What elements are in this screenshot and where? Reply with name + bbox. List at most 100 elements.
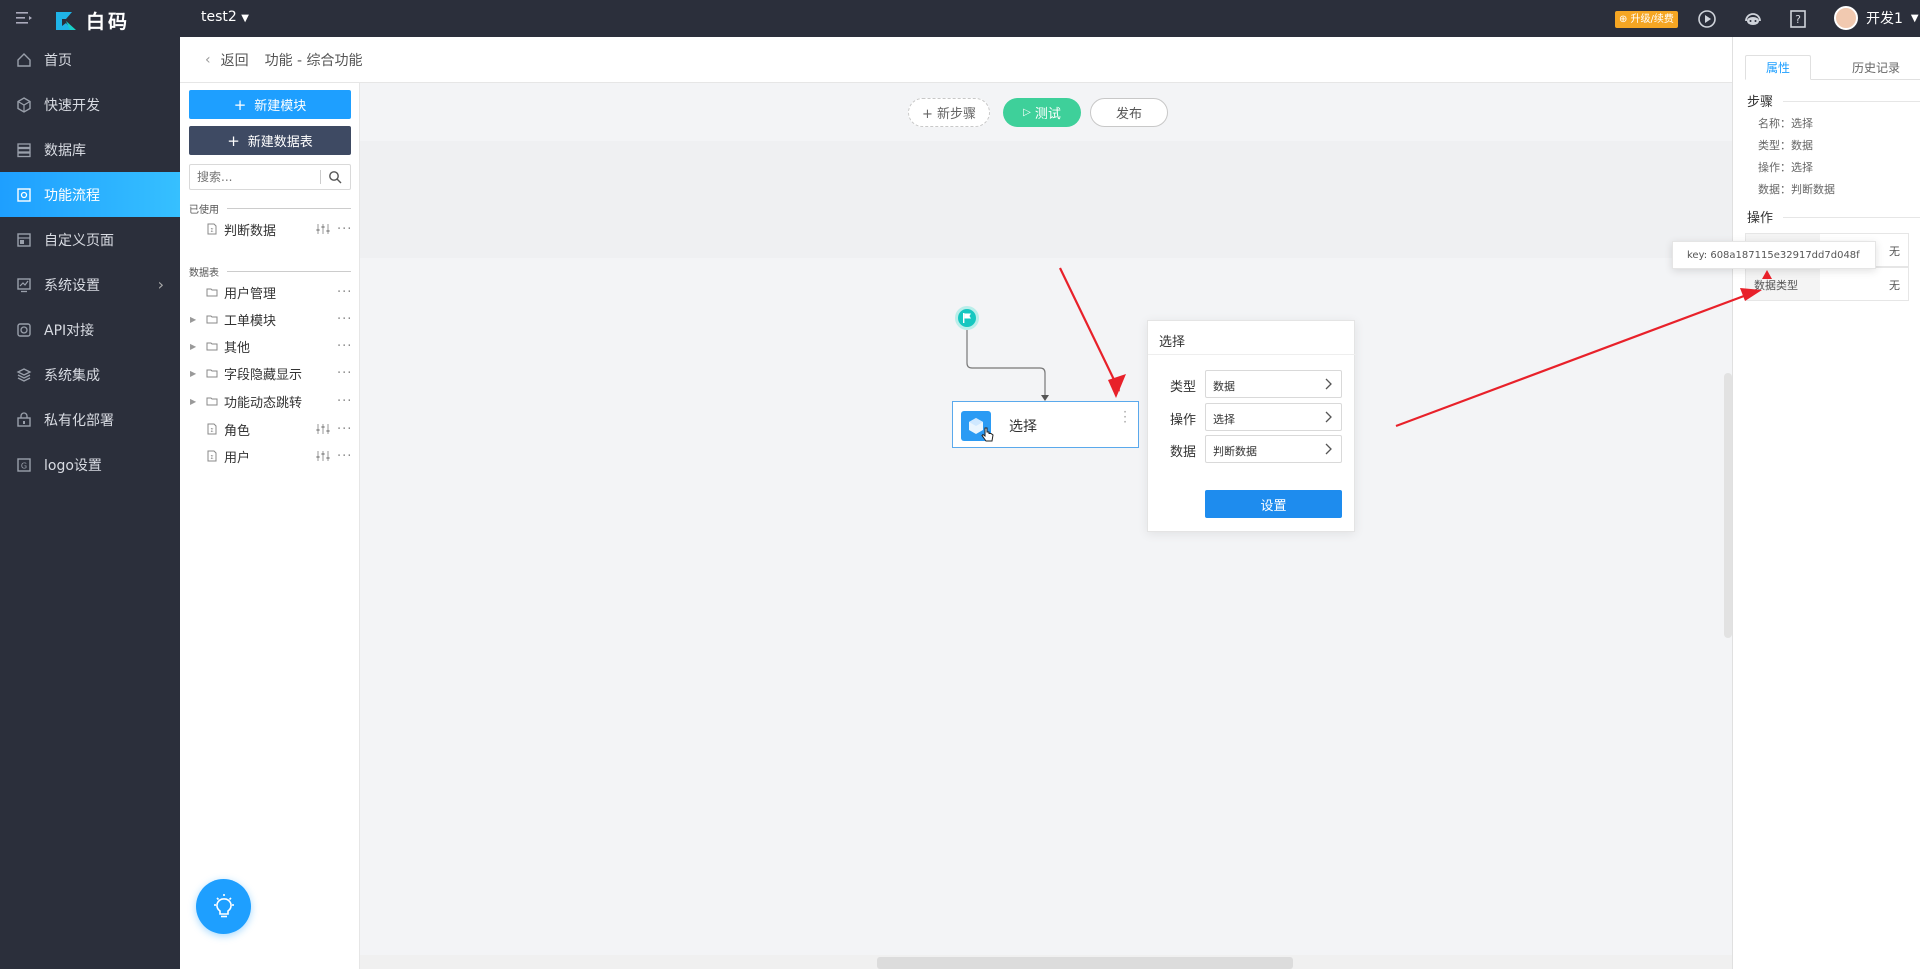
lock-icon xyxy=(17,411,31,427)
avatar xyxy=(1834,6,1858,30)
folder-icon xyxy=(206,342,218,351)
popover-select[interactable]: 判断数据 xyxy=(1205,435,1342,463)
settings-sliders-icon[interactable] xyxy=(316,450,330,462)
nav-item[interactable]: API对接 xyxy=(0,307,180,352)
hand-cursor-icon xyxy=(981,427,994,442)
back-link[interactable]: ‹ 返回 xyxy=(205,50,249,70)
project-name: test2 xyxy=(201,9,237,25)
caret-right-icon[interactable]: ▶ xyxy=(190,397,196,406)
more-horizontal-icon[interactable]: ··· xyxy=(337,394,352,409)
cube-icon xyxy=(17,96,31,113)
popover-row: 操作 选择 xyxy=(1148,403,1356,431)
chevron-right-icon xyxy=(1325,411,1332,423)
popover-row-value: 选择 xyxy=(1213,413,1235,426)
nav-item-label: 数据库 xyxy=(44,142,86,159)
step-config-popover: 选择 类型 数据 操作 选择 数据 判断数据 设置 xyxy=(1147,320,1356,532)
op-section-title: 操作 xyxy=(1747,211,1774,226)
nav-item[interactable]: 快速开发 xyxy=(0,82,180,127)
tree-item-label: 其他 xyxy=(224,340,251,356)
plus-icon: + xyxy=(233,95,247,114)
more-horizontal-icon[interactable]: ··· xyxy=(337,285,352,300)
more-horizontal-icon[interactable]: ··· xyxy=(337,422,352,437)
settings-sliders-icon[interactable] xyxy=(316,423,330,435)
popover-select[interactable]: 选择 xyxy=(1205,403,1342,431)
more-horizontal-icon[interactable]: ··· xyxy=(337,312,352,327)
used-title-text: 已使用 xyxy=(189,205,219,216)
project-selector[interactable]: test2 ▼ xyxy=(201,9,249,25)
tree-item[interactable]: ▶ 功能动态跳转 ··· xyxy=(180,389,360,413)
nav-item-label: 自定义页面 xyxy=(44,232,114,249)
module-panel: + 新建模块 + 新建数据表 已使用 Σ 判断数据 ··· 数据表 用户管理 ··· ▶ 工单… xyxy=(180,83,360,969)
tree-item[interactable]: 用户管理 ··· xyxy=(180,280,360,304)
tree-item[interactable]: ▶ 工单模块 ··· xyxy=(180,307,360,331)
search-icon[interactable] xyxy=(328,170,342,184)
nav-item[interactable]: 自定义页面 xyxy=(0,217,180,262)
new-table-button[interactable]: + 新建数据表 xyxy=(189,126,351,155)
step-label: 选择 xyxy=(1009,419,1037,435)
tree-item[interactable]: Σ 角色 ··· xyxy=(180,417,360,441)
popover-row: 类型 数据 xyxy=(1148,370,1356,398)
upgrade-badge[interactable]: ⊕ 升级/续费 xyxy=(1615,11,1678,28)
popover-row-label: 数据 xyxy=(1170,445,1197,460)
more-vertical-icon[interactable]: · · · xyxy=(1122,406,1128,428)
more-horizontal-icon[interactable]: ··· xyxy=(337,366,352,381)
vertical-scrollbar[interactable] xyxy=(1724,373,1732,638)
nav-item[interactable]: 数据库 xyxy=(0,127,180,172)
step-node-select[interactable]: 选择 · · · xyxy=(952,401,1139,448)
module-search xyxy=(189,164,351,190)
key-tooltip: key: 608a187115e32917dd7d048f xyxy=(1672,241,1876,269)
op-row-2: 数据类型 无 xyxy=(1745,267,1909,301)
tree-item[interactable]: ▶ 字段隐藏显示 ··· xyxy=(180,361,360,385)
breadcrumb: ‹ 返回 功能 - 综合功能 xyxy=(180,37,1732,83)
caret-right-icon[interactable]: ▶ xyxy=(190,369,196,378)
horizontal-scrollbar[interactable] xyxy=(877,957,1293,969)
caret-right-icon[interactable]: ▶ xyxy=(190,315,196,324)
popover-select[interactable]: 数据 xyxy=(1205,370,1342,398)
support-headset-icon[interactable] xyxy=(1743,9,1763,29)
nav-item[interactable]: 系统集成 xyxy=(0,352,180,397)
nav-item[interactable]: 私有化部署 xyxy=(0,397,180,442)
nav-item[interactable]: 系统设置 › xyxy=(0,262,180,307)
tree-item[interactable]: Σ 用户 ··· xyxy=(180,444,360,468)
more-horizontal-icon[interactable]: ··· xyxy=(337,449,352,464)
divider xyxy=(1783,217,1920,218)
file-icon: Σ xyxy=(207,223,217,235)
more-horizontal-icon[interactable]: ··· xyxy=(337,339,352,354)
flow-canvas[interactable]: + 新步骤 ▷ 测试 发布 选择 · · · 选择 类型 数据 操作 选择 数据 判断数据 设置 xyxy=(360,83,1732,969)
chevron-right-icon: › xyxy=(157,275,164,294)
tree-item[interactable]: Σ 判断数据 ··· xyxy=(180,217,360,241)
tab-history[interactable]: 历史记录 xyxy=(1831,55,1920,80)
settings-sliders-icon[interactable] xyxy=(316,223,330,235)
popover-row: 数据 判断数据 xyxy=(1148,435,1356,463)
op-row-value: 无 xyxy=(1889,245,1900,258)
divider xyxy=(1148,354,1356,355)
nav-item[interactable]: Glogo设置 xyxy=(0,442,180,487)
page-icon xyxy=(17,232,31,247)
op-row-key: 数据类型 xyxy=(1746,268,1820,300)
tree-item-label: 工单模块 xyxy=(224,313,277,329)
search-input[interactable] xyxy=(190,165,316,189)
more-horizontal-icon[interactable]: ··· xyxy=(337,222,352,237)
new-module-button[interactable]: + 新建模块 xyxy=(189,90,351,119)
tree-item[interactable]: ▶ 其他 ··· xyxy=(180,334,360,358)
menu-toggle-icon[interactable] xyxy=(16,11,32,25)
nav-item-label: 快速开发 xyxy=(44,97,100,114)
plus-icon: + xyxy=(227,131,240,150)
user-menu[interactable]: 开发1 ▼ xyxy=(1834,6,1919,30)
play-circle-icon[interactable] xyxy=(1697,9,1717,29)
divider xyxy=(320,170,321,184)
set-button[interactable]: 设置 xyxy=(1205,490,1342,518)
help-icon[interactable]: ? xyxy=(1788,9,1808,29)
tab-properties[interactable]: 属性 xyxy=(1745,55,1811,80)
nav-item[interactable]: 首页 xyxy=(0,37,180,82)
folder-icon xyxy=(206,315,218,324)
properties-panel: 属性 历史记录 步骤 名称：选择 类型：数据 操作：选择 数据：判断数据 操作 … xyxy=(1732,37,1920,969)
caret-right-icon[interactable]: ▶ xyxy=(190,342,196,351)
nav-item[interactable]: 功能流程 xyxy=(0,172,180,217)
tips-bulb-button[interactable] xyxy=(196,879,251,934)
start-node[interactable] xyxy=(955,306,979,330)
tree-item-label: 用户管理 xyxy=(224,286,277,302)
panel-tabs: 属性 历史记录 xyxy=(1745,55,1920,80)
caret-down-icon: ▼ xyxy=(1910,12,1919,24)
new-table-label: 新建数据表 xyxy=(247,135,313,150)
